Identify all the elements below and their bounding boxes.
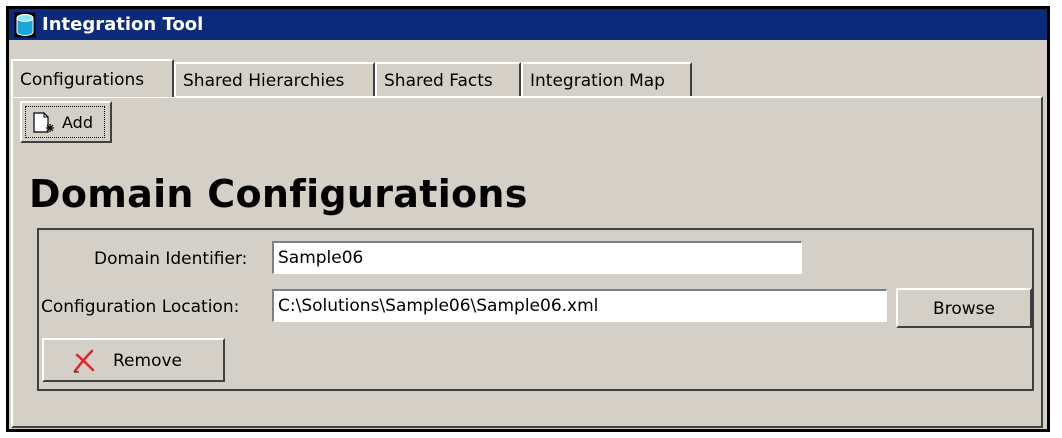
- red-x-icon: [73, 349, 95, 373]
- title-bar[interactable]: Integration Tool: [9, 9, 1047, 40]
- tab-label: Configurations: [20, 70, 145, 90]
- domain-identifier-label: Domain Identifier:: [94, 249, 248, 269]
- add-label: Add: [62, 113, 93, 132]
- tab-shared-hierarchies[interactable]: Shared Hierarchies: [174, 62, 375, 96]
- tab-label: Shared Facts: [384, 71, 493, 91]
- window-title: Integration Tool: [42, 14, 204, 35]
- tab-label: Shared Hierarchies: [183, 71, 345, 91]
- tab-integration-map[interactable]: Integration Map: [521, 62, 692, 96]
- tab-configurations[interactable]: Configurations: [11, 59, 174, 97]
- domain-identifier-field[interactable]: Sample06: [272, 241, 802, 274]
- add-button[interactable]: Add: [20, 101, 112, 143]
- browse-label: Browse: [933, 299, 995, 319]
- tab-shared-facts[interactable]: Shared Facts: [375, 62, 521, 96]
- remove-label: Remove: [113, 351, 182, 371]
- configuration-location-label: Configuration Location:: [41, 297, 240, 317]
- page-title: Domain Configurations: [29, 172, 528, 216]
- configuration-location-field[interactable]: C:\Solutions\Sample06\Sample06.xml: [272, 289, 887, 322]
- tab-label: Integration Map: [530, 71, 665, 91]
- domain-configuration-group: Domain Identifier: Sample06 Configuratio…: [37, 228, 1034, 391]
- integration-tool-window: Integration Tool Configurations Shared H…: [6, 6, 1050, 432]
- remove-button[interactable]: Remove: [42, 338, 225, 382]
- browse-button[interactable]: Browse: [896, 288, 1032, 328]
- database-icon: [14, 12, 36, 38]
- new-document-icon: [33, 112, 54, 133]
- focus-rectangle: Add: [25, 106, 105, 138]
